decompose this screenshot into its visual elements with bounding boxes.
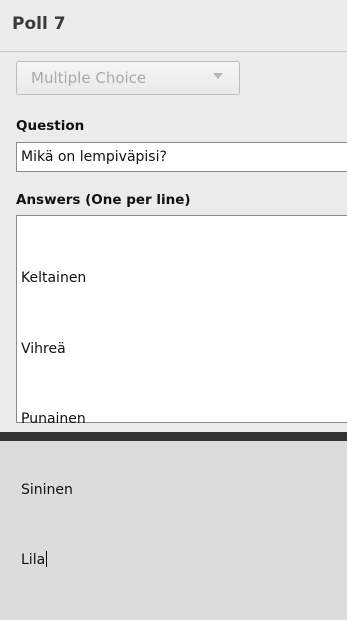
chevron-down-icon bbox=[213, 73, 223, 79]
question-type-selected: Multiple Choice bbox=[31, 69, 147, 87]
poll-panel: Poll 7 Multiple Choice Question Answers … bbox=[0, 0, 347, 568]
answer-line: Punainen bbox=[21, 411, 86, 427]
question-input[interactable] bbox=[16, 142, 347, 172]
answers-textarea[interactable]: Keltainen Vihreä Punainen Sininen Lila bbox=[16, 215, 347, 568]
answer-line-active: Lila bbox=[21, 549, 347, 573]
poll-title: Poll 7 bbox=[12, 14, 66, 34]
footer-bar bbox=[0, 432, 347, 441]
answer-line: Keltainen bbox=[21, 270, 87, 286]
answer-line-text: Lila bbox=[21, 552, 46, 568]
question-type-dropdown[interactable]: Multiple Choice bbox=[16, 61, 240, 95]
poll-title-bar: Poll 7 bbox=[0, 0, 347, 52]
answer-line: Sininen bbox=[21, 481, 73, 498]
answer-line: Vihreä bbox=[21, 340, 66, 357]
answers-label: Answers (One per line) bbox=[16, 192, 191, 208]
text-caret bbox=[46, 551, 48, 567]
question-label: Question bbox=[16, 118, 85, 134]
